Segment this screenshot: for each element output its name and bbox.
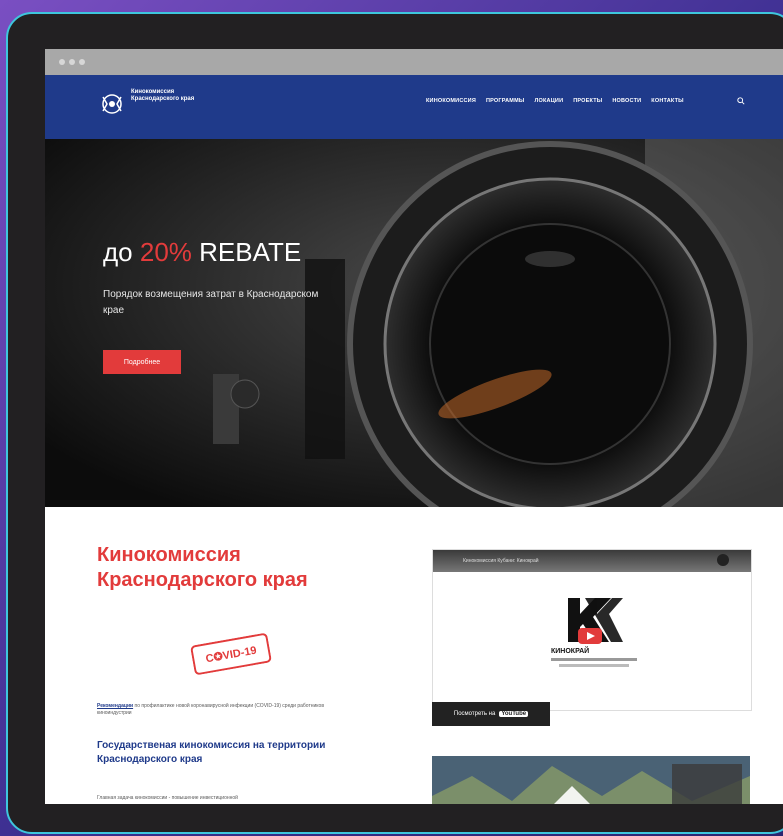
hero-banner: до 20% REBATE Порядок возмещения затрат … xyxy=(45,139,783,507)
nav-item-proekty[interactable]: ПРОЕКТЫ xyxy=(573,98,602,104)
window-dot xyxy=(59,59,65,65)
intro-paragraph: Главная задача кинокомиссии - повышение … xyxy=(97,795,238,801)
nav-item-novosti[interactable]: НОВОСТИ xyxy=(612,98,641,104)
recommendations-link[interactable]: Рекомендации xyxy=(97,703,133,709)
hero-subtitle: Порядок возмещения затрат в Краснодарско… xyxy=(103,289,319,316)
watch-label: Посмотреть на xyxy=(453,711,496,717)
window-dot xyxy=(69,59,75,65)
nav-item-kontakty[interactable]: КОНТАКТЫ xyxy=(651,98,683,104)
kinokrai-logo-icon xyxy=(551,554,729,667)
browser-screen: Кинокомиссия Краснодарского края КИНОКОМ… xyxy=(45,49,783,804)
hero-title-suffix: REBATE xyxy=(191,237,302,267)
covid-stamp[interactable]: C✪VID-19 xyxy=(190,632,272,675)
video-player[interactable]: Кинокомиссия Кубани: Кинокрай КИНОКРАЙ xyxy=(432,549,752,711)
section-title: Кинокомиссия Краснодарского края xyxy=(97,544,308,591)
city-view-image xyxy=(432,756,750,804)
camera-lens-image xyxy=(45,139,783,507)
site-header: Кинокомиссия Краснодарского края КИНОКОМ… xyxy=(45,75,783,139)
hero-title: до 20% REBATE xyxy=(103,237,301,268)
hero-title-accent: 20% xyxy=(139,237,192,267)
youtube-logo-icon: YouTube xyxy=(499,711,529,717)
stamp-text: C✪VID-19 xyxy=(204,644,258,665)
logo-text[interactable]: Кинокомиссия Краснодарского края xyxy=(131,89,211,103)
second-video-thumbnail[interactable] xyxy=(432,756,750,804)
video-brand: КИНОКРАЙ xyxy=(551,648,590,655)
nav-item-lokatsii[interactable]: ЛОКАЦИИ xyxy=(534,98,563,104)
coat-of-arms-icon[interactable] xyxy=(97,89,127,119)
details-button[interactable]: Подробнее xyxy=(103,350,181,374)
recommendations-paragraph: Рекомендации по профилактике новой корон… xyxy=(97,703,357,717)
watch-on-youtube-button[interactable]: Посмотреть на YouTube xyxy=(432,702,550,726)
hero-title-prefix: до xyxy=(103,237,140,267)
main-nav: КИНОКОМИССИЯ ПРОГРАММЫ ЛОКАЦИИ ПРОЕКТЫ Н… xyxy=(426,98,684,104)
nav-item-kinokomissiya[interactable]: КИНОКОМИССИЯ xyxy=(426,98,476,104)
subsection-title: Государственая кинокомиссия на территори… xyxy=(97,740,326,765)
nav-item-programmy[interactable]: ПРОГРАММЫ xyxy=(486,98,524,104)
search-icon[interactable] xyxy=(737,97,745,105)
browser-chrome xyxy=(45,49,783,75)
window-dot xyxy=(79,59,85,65)
